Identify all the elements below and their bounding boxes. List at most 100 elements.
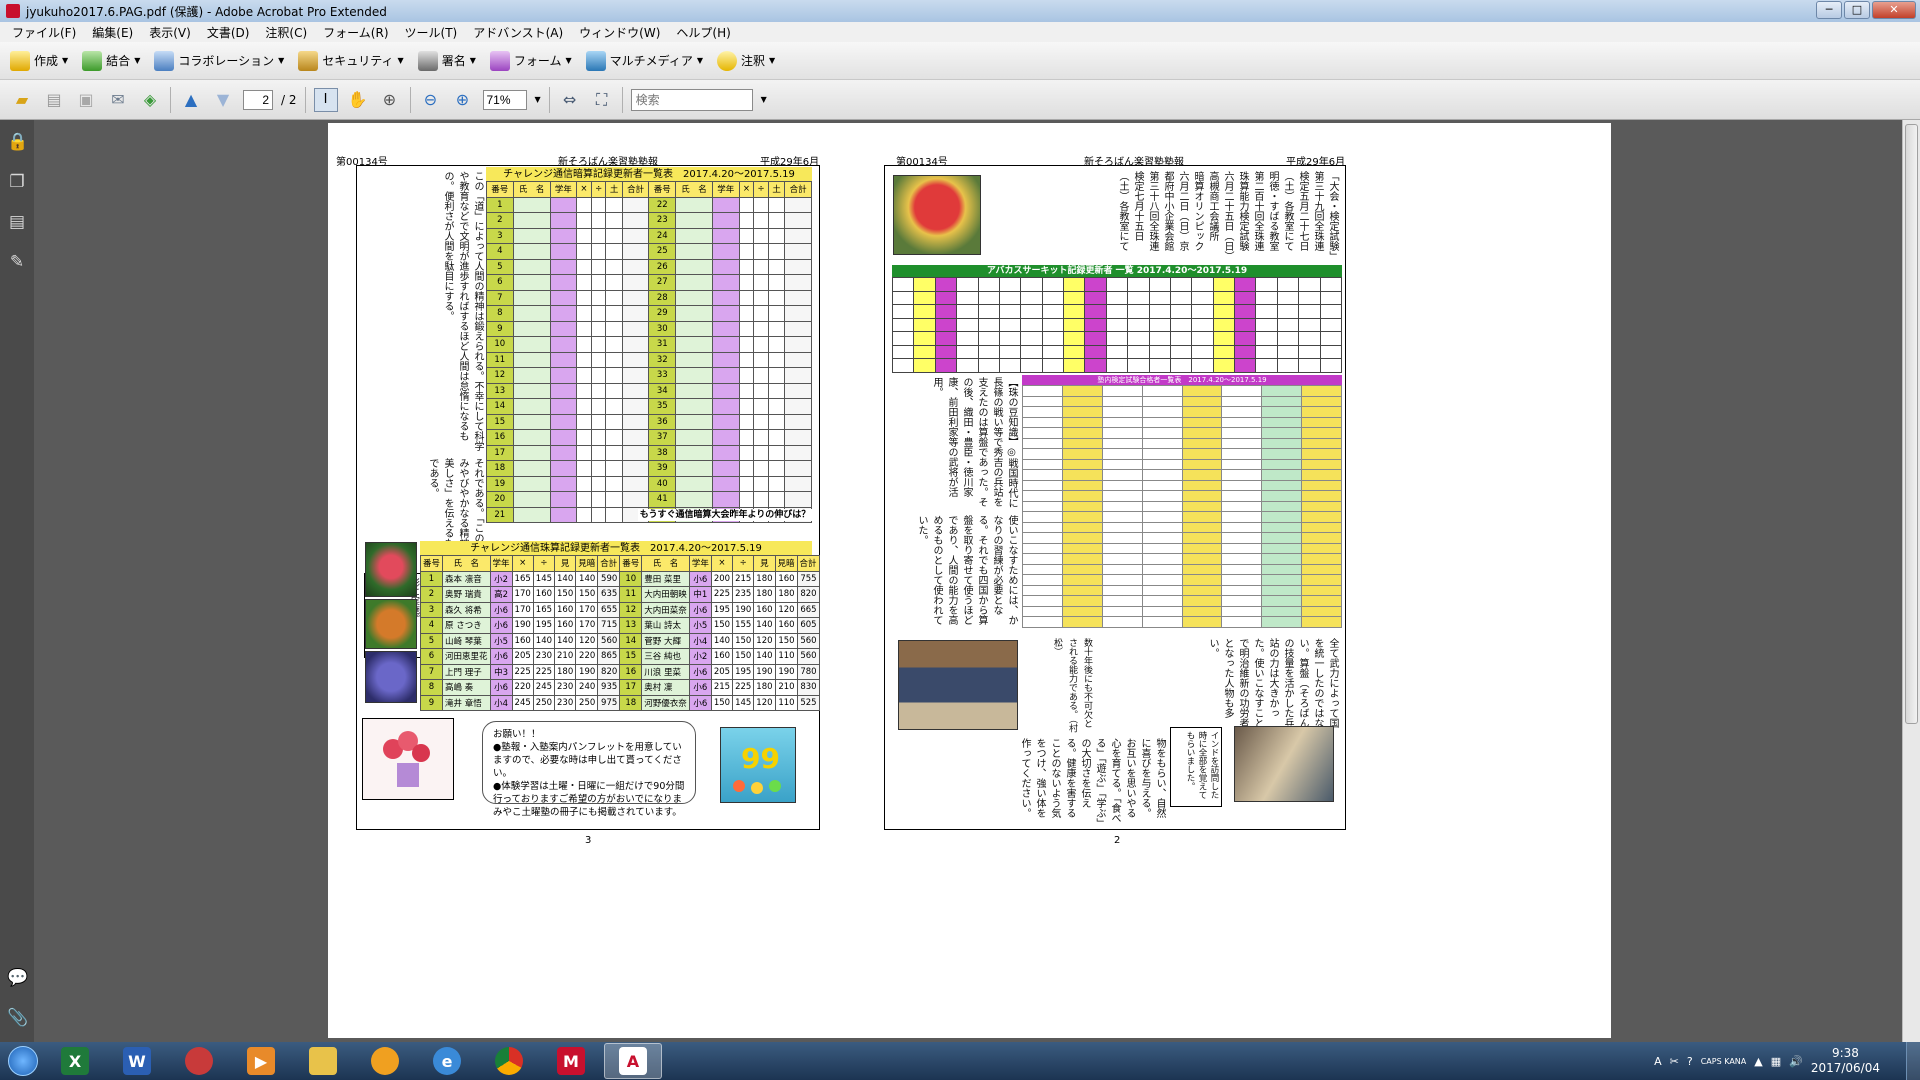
table-cell: 180 <box>753 570 776 587</box>
print-icon[interactable]: ▤ <box>42 88 66 112</box>
zoom-out-icon[interactable]: ⊖ <box>419 88 443 112</box>
table-cell <box>1255 304 1278 319</box>
create-button[interactable]: 作成 ▼ <box>6 47 78 75</box>
paperclip-icon[interactable]: 📎 <box>7 1008 28 1030</box>
table-cell <box>784 429 812 446</box>
table-cell <box>1276 358 1300 373</box>
table-cell <box>1061 479 1103 491</box>
taskbar-app[interactable] <box>356 1043 414 1079</box>
menu-document[interactable]: 文書(D) <box>199 24 258 41</box>
ime-mode-icon[interactable]: ✂ <box>1670 1055 1679 1068</box>
table-cell <box>1041 304 1065 319</box>
tray-expand-icon[interactable]: ▲ <box>1754 1055 1762 1068</box>
taskbar-pin[interactable] <box>170 1043 228 1079</box>
fit-width-icon[interactable]: ⇔ <box>558 88 582 112</box>
sign-button[interactable]: 署名 ▼ <box>414 47 486 75</box>
marquee-zoom-icon[interactable]: ⊕ <box>378 88 402 112</box>
table-cell <box>1061 553 1103 565</box>
open-folder-icon[interactable]: ▰ <box>10 88 34 112</box>
taskbar-chrome[interactable] <box>480 1043 538 1079</box>
table-cell: 225 <box>532 663 556 680</box>
help-icon[interactable]: ? <box>1687 1055 1693 1068</box>
menu-advanced[interactable]: アドバンスト(A) <box>465 24 571 41</box>
notice-line-1: ●塾報・入塾案内パンフレットを用意していますので、必要な時は申し出て貰ってくださ… <box>493 742 682 779</box>
next-page-icon[interactable]: ▼ <box>211 88 235 112</box>
table-cell <box>1298 317 1321 332</box>
menu-comments[interactable]: 注釈(C) <box>257 24 315 41</box>
table-cell <box>576 398 592 415</box>
forms-button[interactable]: フォーム ▼ <box>486 47 582 75</box>
maximize-button[interactable]: □ <box>1844 1 1870 19</box>
menu-window[interactable]: ウィンドウ(W) <box>571 24 668 41</box>
fit-page-icon[interactable]: ⛶ <box>590 88 614 112</box>
network-icon[interactable]: ▦ <box>1771 1055 1781 1068</box>
collaborate-button[interactable]: コラボレーション ▼ <box>150 47 294 75</box>
table-cell <box>605 398 623 415</box>
multimedia-button[interactable]: マルチメディア ▼ <box>582 47 713 75</box>
menu-file[interactable]: ファイル(F) <box>4 24 84 41</box>
menu-tools[interactable]: ツール(T) <box>397 24 466 41</box>
table-cell <box>1301 532 1342 544</box>
save-icon[interactable]: ▣ <box>74 88 98 112</box>
table-cell <box>1101 479 1143 491</box>
menu-view[interactable]: 表示(V) <box>141 24 199 41</box>
show-desktop-button[interactable] <box>1906 1042 1920 1080</box>
security-button[interactable]: セキュリティ ▼ <box>294 47 413 75</box>
taskbar-acrobat[interactable]: A <box>604 1043 662 1079</box>
table-row <box>891 331 1342 346</box>
menu-help[interactable]: ヘルプ(H) <box>668 24 738 41</box>
menu-forms[interactable]: フォーム(R) <box>315 24 396 41</box>
table-cell: 4 <box>419 617 444 634</box>
taskbar-ie[interactable]: e <box>418 1043 476 1079</box>
table-cell <box>512 243 551 260</box>
table-cell <box>767 227 786 244</box>
taskbar-explorer[interactable] <box>294 1043 352 1079</box>
security-panel-icon[interactable]: 🔒 <box>7 132 28 154</box>
table-cell <box>1105 344 1129 359</box>
taskbar-mcafee[interactable]: M <box>542 1043 600 1079</box>
zoom-in-icon[interactable]: ⊕ <box>451 88 475 112</box>
table-cell: 865 <box>597 648 621 665</box>
page-number-input[interactable] <box>243 89 273 110</box>
taskbar-excel[interactable]: X <box>46 1043 104 1079</box>
attachments-panel-icon[interactable]: ▤ <box>7 212 27 234</box>
toolbar-divider <box>170 86 171 113</box>
table-row <box>891 358 1342 373</box>
select-text-icon[interactable]: I <box>313 87 338 112</box>
email-icon[interactable]: ✉ <box>106 88 130 112</box>
menu-edit[interactable]: 編集(E) <box>84 24 141 41</box>
hand-tool-icon[interactable]: ✋ <box>346 88 370 112</box>
search-input[interactable] <box>630 88 753 111</box>
comment-button[interactable]: 注釈 ▼ <box>713 47 785 75</box>
signatures-panel-icon[interactable]: ✎ <box>7 252 27 274</box>
table-row: 2 23 <box>486 212 812 229</box>
zoom-level-input[interactable] <box>482 89 527 110</box>
table-cell: 715 <box>597 617 621 634</box>
start-button[interactable] <box>0 1042 46 1080</box>
table-cell <box>711 491 740 508</box>
taskbar-media[interactable]: ▶ <box>232 1043 290 1079</box>
pages-panel-icon[interactable]: ❐ <box>7 172 27 194</box>
table-cell <box>1255 277 1278 292</box>
taskbar-clock[interactable]: 9:38 2017/06/04 <box>1811 1046 1880 1076</box>
comments-panel-icon[interactable]: 💬 <box>7 968 28 990</box>
table-cell <box>1181 406 1223 418</box>
table-cell <box>576 336 592 353</box>
previous-page-icon[interactable]: ▲ <box>179 88 203 112</box>
volume-icon[interactable]: 🔊 <box>1789 1055 1803 1068</box>
search-dropdown-icon[interactable]: ▼ <box>761 95 767 104</box>
scrollbar-thumb[interactable] <box>1905 124 1918 724</box>
table-cell: 170 <box>575 617 599 634</box>
minimize-button[interactable]: ─ <box>1816 1 1842 19</box>
taskbar-word[interactable]: W <box>108 1043 166 1079</box>
multimedia-icon <box>585 50 606 71</box>
share-icon[interactable]: ◈ <box>138 88 162 112</box>
table-cell <box>512 305 551 322</box>
vertical-scrollbar[interactable] <box>1902 120 1920 1042</box>
table-cell: 190 <box>732 601 755 618</box>
zoom-dropdown-icon[interactable]: ▼ <box>535 95 541 104</box>
table-cell <box>711 367 740 384</box>
close-button[interactable]: ✕ <box>1872 1 1916 19</box>
language-bar-icon[interactable]: A <box>1654 1055 1662 1068</box>
combine-button[interactable]: 結合 ▼ <box>78 47 150 75</box>
